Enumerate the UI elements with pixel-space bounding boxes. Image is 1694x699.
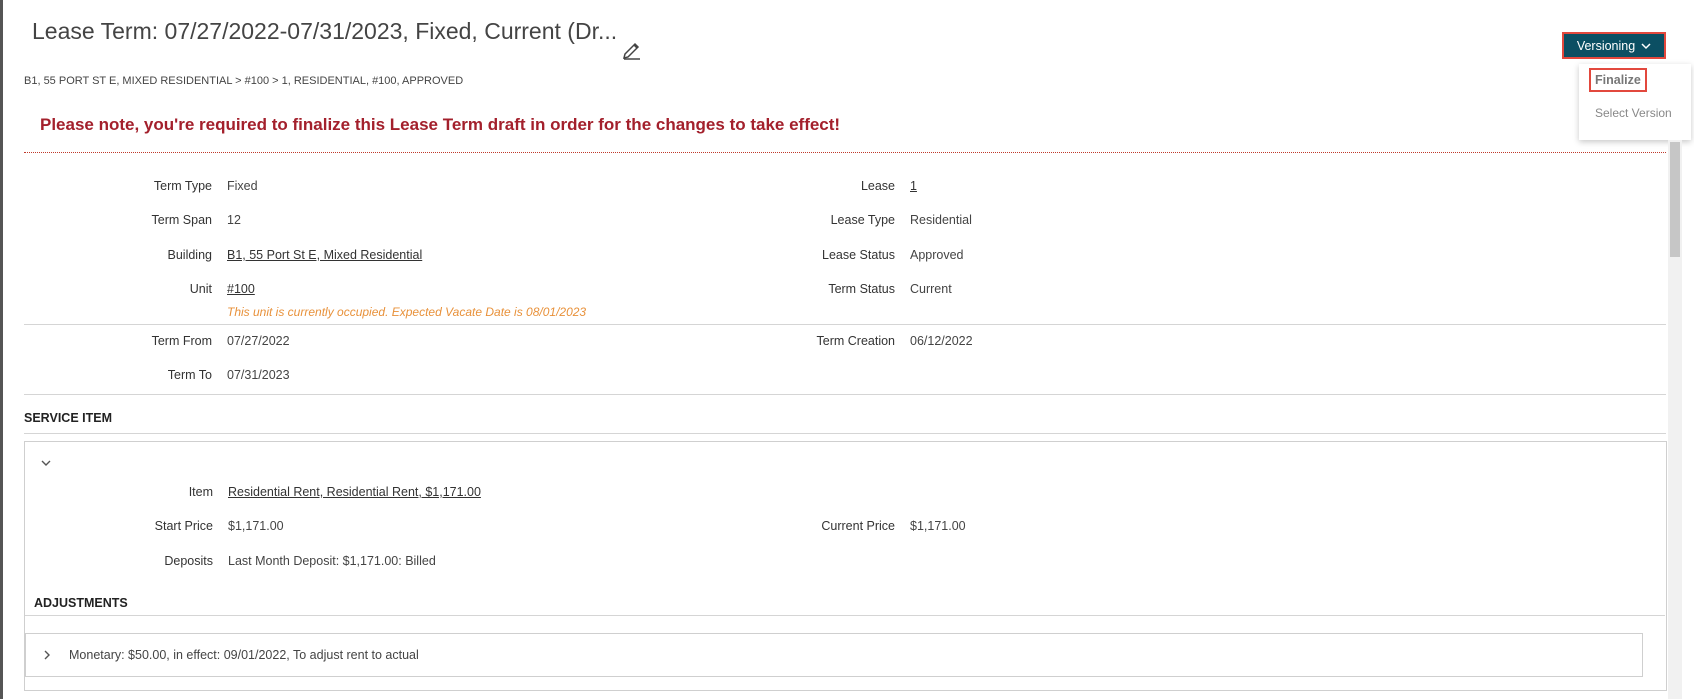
lease-link[interactable]: 1: [910, 179, 917, 193]
term-span-label: Term Span: [151, 213, 212, 227]
lease-status-value: Approved: [910, 248, 964, 262]
lease-type-value: Residential: [910, 213, 972, 227]
term-to-label: Term To: [167, 368, 212, 382]
building-label: Building: [167, 248, 212, 262]
adjustments-heading: ADJUSTMENTS: [34, 596, 128, 610]
lease-label: Lease: [860, 179, 895, 193]
collapse-chevron-icon[interactable]: [39, 456, 53, 470]
item-link[interactable]: Residential Rent, Residential Rent, $1,1…: [228, 485, 481, 499]
versioning-button-label: Versioning: [1576, 38, 1636, 53]
versioning-button[interactable]: Versioning: [1562, 32, 1666, 59]
service-item-divider: [24, 433, 1666, 434]
start-price-value: $1,171.00: [228, 519, 284, 533]
breadcrumb: B1, 55 PORT ST E, MIXED RESIDENTIAL > #1…: [24, 75, 464, 87]
deposits-value: Last Month Deposit: $1,171.00: Billed: [228, 554, 436, 568]
page-title: Lease Term: 07/27/2022-07/31/2023, Fixed…: [32, 18, 618, 44]
term-span-value: 12: [227, 213, 241, 227]
dates-divider: [24, 394, 1666, 395]
building-link[interactable]: B1, 55 Port St E, Mixed Residential: [227, 248, 422, 262]
left-edge-rule: [0, 0, 3, 699]
scrollbar-thumb[interactable]: [1670, 142, 1680, 257]
term-from-value: 07/27/2022: [227, 334, 290, 348]
details-divider: [24, 324, 1666, 325]
deposits-label: Deposits: [164, 554, 213, 568]
term-status-value: Current: [910, 282, 952, 296]
versioning-dropdown-menu: Finalize Select Version: [1579, 64, 1691, 140]
term-type-label: Term Type: [153, 179, 212, 193]
notice-divider: [24, 152, 1666, 153]
service-item-heading: SERVICE ITEM: [24, 411, 112, 425]
start-price-label: Start Price: [154, 519, 213, 533]
adjustment-text: Monetary: $50.00, in effect: 09/01/2022,…: [69, 648, 419, 662]
finalize-menu-item[interactable]: Finalize: [1589, 68, 1647, 92]
unit-occupied-warning: This unit is currently occupied. Expecte…: [227, 305, 587, 319]
finalize-notice: Please note, you're required to finalize…: [40, 115, 841, 134]
expand-chevron-icon[interactable]: [40, 648, 54, 662]
current-price-value: $1,171.00: [910, 519, 966, 533]
term-type-value: Fixed: [227, 179, 258, 193]
adjustments-divider: [25, 615, 1665, 616]
unit-link[interactable]: #100: [227, 282, 255, 296]
term-from-label: Term From: [151, 334, 212, 348]
lease-type-label: Lease Type: [830, 213, 895, 227]
pencil-edit-icon[interactable]: [621, 38, 643, 60]
term-status-label: Term Status: [828, 282, 895, 296]
lease-status-label: Lease Status: [822, 248, 895, 262]
term-creation-label: Term Creation: [816, 334, 896, 348]
unit-label: Unit: [189, 282, 212, 296]
chevron-down-icon: [1641, 42, 1651, 49]
term-creation-value: 06/12/2022: [910, 334, 973, 348]
select-version-menu-item[interactable]: Select Version: [1595, 106, 1672, 120]
current-price-label: Current Price: [821, 519, 895, 533]
term-to-value: 07/31/2023: [227, 368, 290, 382]
item-label: Item: [188, 485, 213, 499]
